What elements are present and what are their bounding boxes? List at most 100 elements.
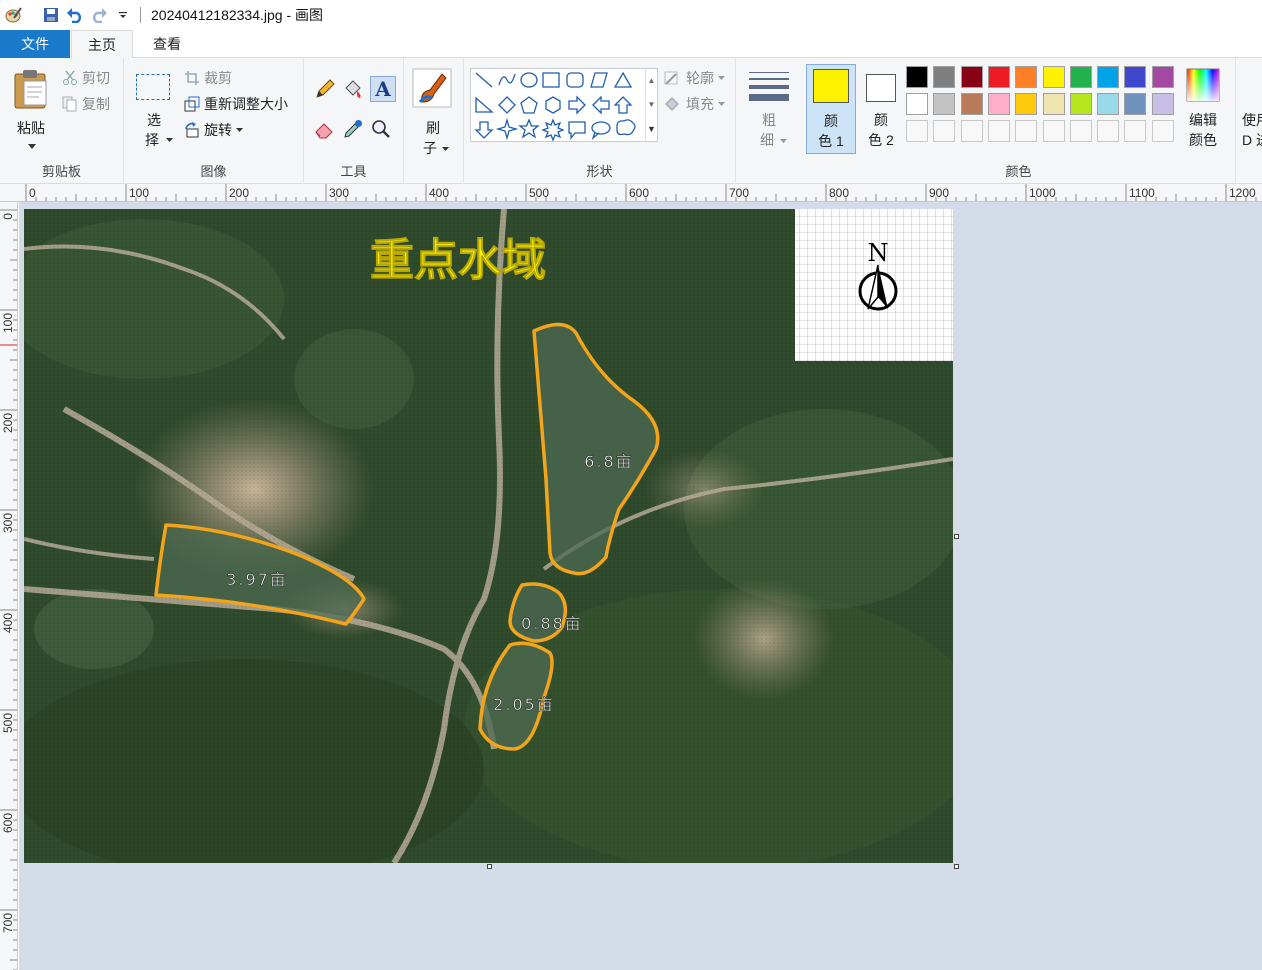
paint-app-icon[interactable] [4,6,22,24]
palette-swatch[interactable] [906,93,928,115]
palette-swatch[interactable] [1042,66,1065,88]
palette-swatch[interactable] [906,66,928,88]
cut-label: 剪切 [82,70,110,86]
palette-empty-swatch[interactable] [1097,120,1120,142]
palette-empty-swatch[interactable] [933,120,956,142]
brushes-group: 刷 子 [404,58,464,184]
text-tool-icon[interactable]: A [370,76,396,102]
palette-empty-swatch[interactable] [1124,120,1147,142]
palette-swatch[interactable] [1069,93,1092,115]
palette-swatch[interactable] [1124,93,1147,115]
palette-empty-swatch[interactable] [1069,120,1092,142]
ruler-label: 1200 [1229,186,1256,200]
shapes-expand[interactable]: ▼ [645,117,657,141]
color2-label-line1: 颜 [874,112,888,128]
color1-button[interactable]: 颜 色 1 [806,64,856,154]
crop-button[interactable]: 裁剪 [184,68,232,88]
select-rectangle-icon [136,74,170,100]
palette-empty-swatch[interactable] [1015,120,1038,142]
clipboard-group-label: 剪贴板 [41,164,81,179]
palette-swatch[interactable] [1042,93,1065,115]
cut-button[interactable]: 剪切 [62,68,110,88]
eraser-icon[interactable] [314,118,336,140]
palette-swatch[interactable] [1015,93,1038,115]
shapes-gallery: ▲ ▼ ▼ [470,68,658,142]
drawing-canvas[interactable]: 重点水域 6.8亩 3.97亩 0.88亩 2.05亩 N [24,209,953,863]
palette-swatch[interactable] [960,93,983,115]
fill-dropdown-icon [718,102,725,106]
palette-swatch[interactable] [987,93,1010,115]
rotate-button[interactable]: 旋转 [184,120,243,140]
color1-swatch [813,69,849,103]
palette-swatch[interactable] [1069,66,1092,88]
outline-button[interactable]: 轮廓 [664,68,725,88]
colors-group: 颜 色 1 颜 色 2 编辑 颜色 颜色 [802,58,1236,184]
resize-handle-corner[interactable] [954,864,959,869]
palette-empty-swatch[interactable] [987,120,1010,142]
ribbon-tabs: 文件 主页 查看 [0,30,1262,59]
palette-swatch[interactable] [1151,66,1174,88]
tab-home[interactable]: 主页 [71,30,133,59]
ribbon: 粘贴 剪切 复制 剪贴板 选 择 裁剪 重新调整大小 旋转 图像 A 工具 刷 … [0,58,1262,184]
palette-swatch[interactable] [1151,93,1174,115]
window-title: 20240412182334.jpg - 画图 [151,7,324,23]
redo-icon[interactable] [90,6,108,24]
tab-view[interactable]: 查看 [135,30,199,58]
palette-swatch[interactable] [933,66,956,88]
copy-button[interactable]: 复制 [62,94,110,114]
resize-handle-bottom[interactable] [487,864,492,869]
palette-swatch[interactable] [987,66,1010,88]
ruler-label: 300 [1,513,15,533]
rotate-label: 旋转 [204,122,232,138]
fill-button[interactable]: 填充 [664,94,725,114]
color2-label-line2: 色 2 [868,132,894,148]
brushes-button[interactable]: 刷 子 [410,66,458,156]
fill-bucket-icon[interactable] [342,78,364,100]
tab-file[interactable]: 文件 [0,30,70,58]
palette-swatch[interactable] [1015,66,1038,88]
color-palette [906,66,1182,148]
magnifier-icon[interactable] [370,118,392,140]
color1-label-line1: 颜 [824,113,838,129]
save-icon[interactable] [42,6,60,24]
ruler-label: 100 [1,313,15,333]
edit-colors-button[interactable]: 编辑 颜色 [1182,66,1224,156]
palette-empty-swatch[interactable] [1042,120,1065,142]
paste-button[interactable]: 粘贴 [8,66,56,156]
palette-swatch[interactable] [1097,66,1120,88]
customize-toolbar-icon[interactable] [114,6,132,24]
resize-handle-right[interactable] [954,534,959,539]
horizontal-ruler: 0 100 200 300 400 500 600 700 800 900 1000 1100 1200 [0,184,1262,202]
color2-swatch [866,74,896,102]
paint3d-button[interactable]: 使用 D 进 [1238,110,1262,154]
color1-label-line2: 色 1 [818,133,844,149]
pencil-icon[interactable] [314,78,336,100]
color-picker-icon[interactable] [342,118,364,140]
brushes-dropdown-icon [442,147,449,151]
size-label-line1: 粗 [762,112,776,128]
resize-button[interactable]: 重新调整大小 [184,94,288,114]
brushes-label-line1: 刷 [426,120,440,136]
select-label-line1: 选 [147,112,161,128]
palette-swatch[interactable] [933,93,956,115]
shapes-scroll-down[interactable]: ▼ [645,93,657,117]
palette-swatch[interactable] [960,66,983,88]
area-label-2-05: 2.05亩 [493,695,555,714]
ruler-label: 1100 [1129,186,1155,200]
image-title: 重点水域 [370,235,546,286]
undo-icon[interactable] [66,6,84,24]
palette-swatch[interactable] [1097,93,1120,115]
palette-swatch[interactable] [1124,66,1147,88]
color2-button[interactable]: 颜 色 2 [858,64,904,154]
shapes-gallery-icons[interactable] [473,70,649,142]
size-button[interactable]: 粗 细 [744,68,794,158]
palette-empty-swatch[interactable] [960,120,983,142]
palette-empty-swatch[interactable] [1151,120,1174,142]
ruler-label: 400 [429,186,449,200]
shapes-scroll-up[interactable]: ▲ [645,69,657,93]
select-button[interactable]: 选 择 [132,70,176,154]
area-label-3-97: 3.97亩 [226,570,288,589]
palette-empty-swatch[interactable] [906,120,928,142]
title-separator [140,7,141,23]
color-wheel-icon [1186,68,1220,102]
